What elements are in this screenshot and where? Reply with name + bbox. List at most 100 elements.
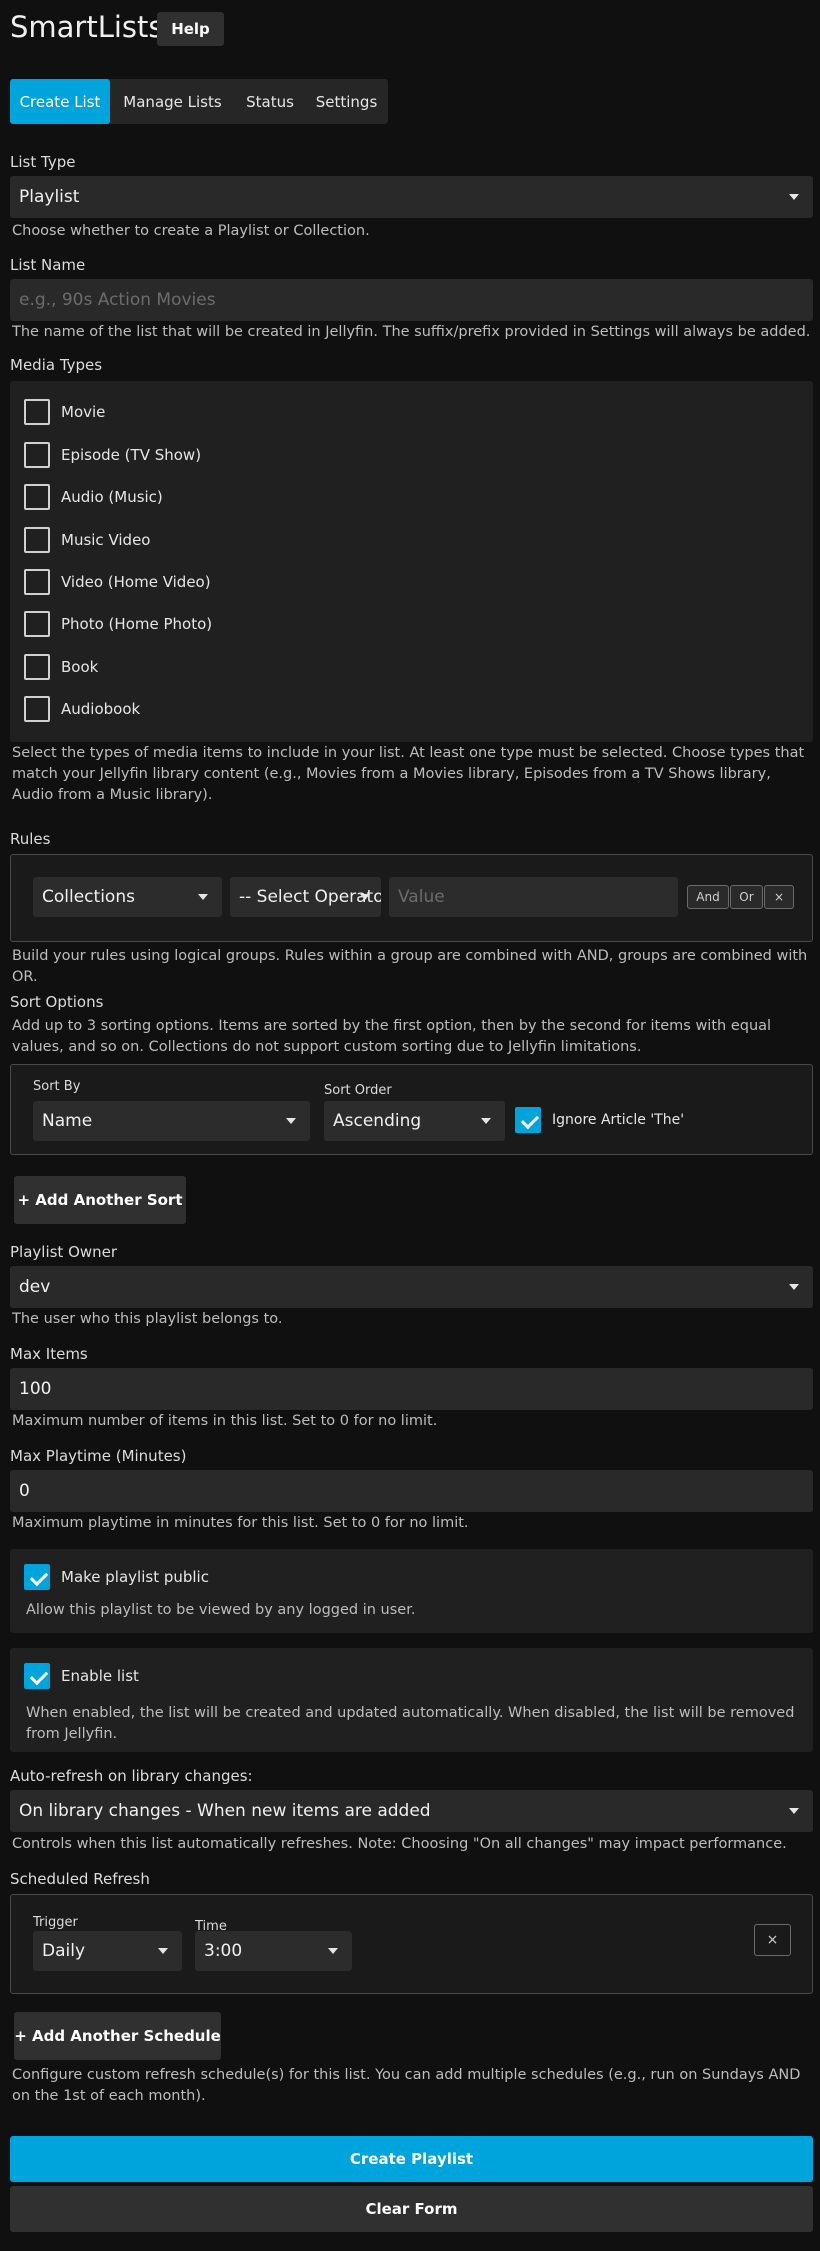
checkbox[interactable]: [24, 654, 50, 680]
max-items-input[interactable]: 100: [10, 1368, 813, 1410]
tab-settings[interactable]: Settings: [305, 79, 388, 124]
trigger-value: Daily: [42, 1941, 86, 1961]
media-types-help: Select the types of media items to inclu…: [12, 745, 805, 803]
chevron-down-icon: [158, 1948, 168, 1954]
time-select[interactable]: 3:00: [195, 1931, 352, 1971]
checkbox[interactable]: [24, 1663, 50, 1689]
media-type-episode[interactable]: Episode (TV Show): [24, 441, 201, 469]
checkbox[interactable]: [24, 484, 50, 510]
or-button[interactable]: Or: [730, 885, 763, 909]
list-type-value: Playlist: [19, 187, 80, 207]
chevron-down-icon: [198, 894, 208, 900]
checkbox[interactable]: [24, 696, 50, 722]
owner-value: dev: [19, 1277, 51, 1297]
rule-value-input[interactable]: Value: [389, 877, 678, 917]
create-playlist-button[interactable]: Create Playlist: [10, 2136, 813, 2182]
chevron-down-icon: [286, 1118, 296, 1124]
tab-manage-lists[interactable]: Manage Lists: [110, 79, 235, 124]
media-type-label: Photo (Home Photo): [61, 615, 213, 633]
media-type-photo[interactable]: Photo (Home Photo): [24, 610, 212, 638]
auto-refresh-label: Auto-refresh on library changes:: [10, 1767, 253, 1785]
media-type-video[interactable]: Video (Home Video): [24, 568, 211, 596]
max-playtime-input[interactable]: 0: [10, 1470, 813, 1512]
enable-label: Enable list: [61, 1667, 139, 1685]
chevron-down-icon: [328, 1948, 338, 1954]
max-playtime-help: Maximum playtime in minutes for this lis…: [12, 1515, 469, 1531]
media-type-music-video[interactable]: Music Video: [24, 526, 150, 554]
chevron-down-icon: [789, 1808, 799, 1814]
add-schedule-button[interactable]: + Add Another Schedule: [14, 2012, 221, 2060]
list-type-select[interactable]: Playlist: [10, 176, 813, 218]
sort-options-help: Add up to 3 sorting options. Items are s…: [12, 1018, 772, 1055]
chevron-down-icon: [789, 194, 799, 200]
public-label: Make playlist public: [61, 1568, 209, 1586]
tab-bar: Create List Manage Lists Status Settings: [10, 79, 388, 124]
media-type-audiobook[interactable]: Audiobook: [24, 695, 140, 723]
media-type-label: Episode (TV Show): [61, 446, 202, 464]
media-types-label: Media Types: [10, 356, 103, 374]
checkbox[interactable]: [24, 527, 50, 553]
ignore-article-label: Ignore Article 'The': [552, 1112, 685, 1128]
rules-help: Build your rules using logical groups. R…: [12, 948, 808, 985]
media-type-label: Movie: [61, 403, 106, 421]
sort-options-label: Sort Options: [10, 993, 104, 1011]
sort-order-select[interactable]: Ascending: [324, 1101, 505, 1141]
checkbox[interactable]: [515, 1107, 541, 1133]
tab-status[interactable]: Status: [235, 79, 305, 124]
media-type-label: Audio (Music): [61, 488, 163, 506]
sort-by-label: Sort By: [33, 1079, 81, 1094]
sort-by-select[interactable]: Name: [33, 1101, 310, 1141]
schedule-help: Configure custom refresh schedule(s) for…: [12, 2067, 801, 2104]
media-type-movie[interactable]: Movie: [24, 398, 105, 426]
and-button[interactable]: And: [687, 885, 729, 909]
checkbox[interactable]: [24, 399, 50, 425]
chevron-down-icon: [360, 894, 370, 900]
list-type-help: Choose whether to create a Playlist or C…: [12, 223, 370, 239]
checkbox[interactable]: [24, 442, 50, 468]
owner-label: Playlist Owner: [10, 1243, 118, 1261]
checkbox[interactable]: [24, 611, 50, 637]
page-title: SmartLists: [10, 10, 164, 44]
public-toggle[interactable]: Make playlist public: [24, 1563, 209, 1591]
public-help: Allow this playlist to be viewed by any …: [26, 1602, 416, 1618]
add-sort-button[interactable]: + Add Another Sort: [14, 1176, 186, 1224]
time-value: 3:00: [204, 1941, 243, 1961]
media-type-label: Music Video: [61, 531, 151, 549]
enable-toggle[interactable]: Enable list: [24, 1662, 139, 1690]
ignore-article-toggle[interactable]: Ignore Article 'The': [515, 1106, 684, 1134]
rule-field-select[interactable]: Collections: [33, 877, 222, 917]
rules-group: Collections -- Select Operator -- Value …: [10, 854, 813, 942]
checkbox[interactable]: [24, 1564, 50, 1590]
max-playtime-label: Max Playtime (Minutes): [10, 1447, 187, 1465]
trigger-select[interactable]: Daily: [33, 1931, 182, 1971]
owner-help: The user who this playlist belongs to.: [12, 1311, 283, 1327]
auto-refresh-select[interactable]: On library changes - When new items are …: [10, 1790, 813, 1832]
list-type-label: List Type: [10, 153, 76, 171]
remove-schedule-button[interactable]: ×: [754, 1924, 791, 1956]
max-items-label: Max Items: [10, 1345, 88, 1363]
media-type-book[interactable]: Book: [24, 653, 98, 681]
enable-help: When enabled, the list will be created a…: [26, 1705, 795, 1742]
public-panel: Make playlist public Allow this playlist…: [10, 1549, 813, 1633]
media-type-audio[interactable]: Audio (Music): [24, 483, 163, 511]
sort-row: Sort By Name Sort Order Ascending Ignore…: [10, 1064, 813, 1155]
clear-form-button[interactable]: Clear Form: [10, 2186, 813, 2232]
checkbox[interactable]: [24, 569, 50, 595]
list-name-input[interactable]: e.g., 90s Action Movies: [10, 279, 813, 321]
sort-by-value: Name: [42, 1111, 93, 1131]
remove-rule-button[interactable]: ×: [764, 885, 794, 909]
rules-label: Rules: [10, 830, 51, 848]
rule-operator-select[interactable]: -- Select Operator --: [230, 877, 381, 917]
auto-refresh-value: On library changes - When new items are …: [19, 1801, 431, 1821]
help-button[interactable]: Help: [157, 12, 224, 46]
sort-order-value: Ascending: [333, 1111, 422, 1131]
owner-select[interactable]: dev: [10, 1266, 813, 1308]
max-items-help: Maximum number of items in this list. Se…: [12, 1413, 438, 1429]
media-type-label: Book: [61, 658, 99, 676]
tab-create-list[interactable]: Create List: [10, 79, 110, 124]
auto-refresh-help: Controls when this list automatically re…: [12, 1836, 787, 1852]
trigger-label: Trigger: [33, 1915, 78, 1930]
schedule-row: Trigger Daily Time 3:00 ×: [10, 1894, 813, 1994]
schedule-label: Scheduled Refresh: [10, 1870, 150, 1888]
list-name-label: List Name: [10, 256, 86, 274]
